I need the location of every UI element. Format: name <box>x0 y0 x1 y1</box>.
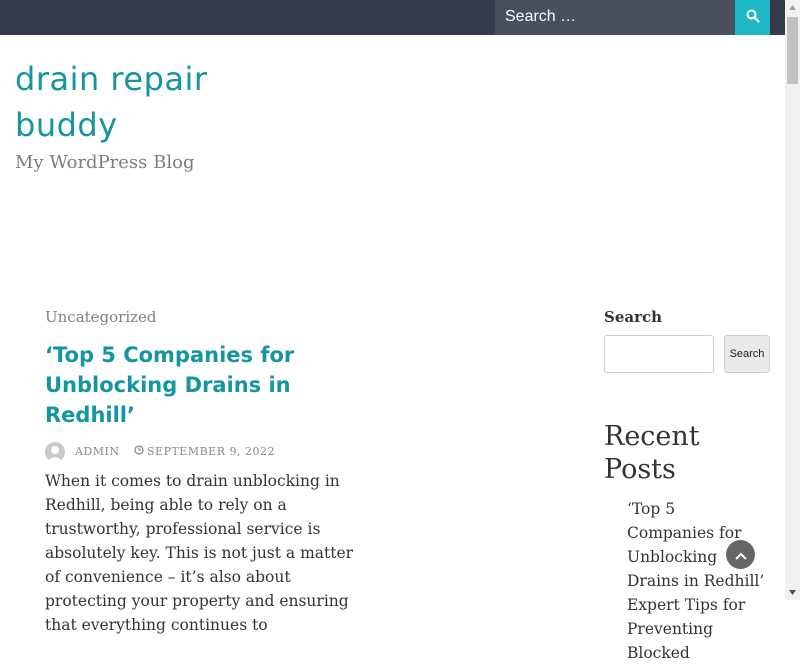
avatar <box>45 442 65 462</box>
site-title[interactable]: drain repair buddy <box>15 56 275 148</box>
search-icon <box>746 8 760 27</box>
recent-post-link[interactable]: Expert Tips for Preventing Blocked <box>627 593 767 665</box>
header-search-input[interactable]: Search … <box>495 0 735 35</box>
header-search-placeholder: Search … <box>505 8 577 25</box>
scroll-down-arrow[interactable] <box>785 585 800 600</box>
site-description: My WordPress Blog <box>15 152 195 173</box>
scroll-up-arrow[interactable] <box>785 0 800 15</box>
scroll-to-top-button[interactable] <box>726 540 755 569</box>
page-scrollbar[interactable] <box>785 0 800 600</box>
header-search-button[interactable] <box>735 0 770 35</box>
post-date-text: SEPTEMBER 9, 2022 <box>147 445 275 458</box>
post-author[interactable]: ADMIN <box>75 445 120 458</box>
widget-search-button[interactable]: Search <box>724 335 770 373</box>
scrollbar-thumb[interactable] <box>787 17 798 84</box>
clock-icon <box>134 445 144 458</box>
post-category[interactable]: Uncategorized <box>45 308 157 326</box>
recent-posts-title: Recent Posts <box>604 421 700 485</box>
post-title[interactable]: ‘Top 5 Companies for Unblocking Drains i… <box>45 340 345 430</box>
post-excerpt: When it comes to drain unblocking in Red… <box>45 472 354 634</box>
widget-search-title: Search <box>604 308 663 326</box>
chevron-up-icon <box>734 545 747 564</box>
recent-posts-list: ‘Top 5 Companies for Unblocking Drains i… <box>627 497 767 665</box>
post-date[interactable]: SEPTEMBER 9, 2022 <box>134 445 275 458</box>
widget-search-input[interactable] <box>604 335 714 373</box>
top-bar: Search … <box>0 0 785 35</box>
